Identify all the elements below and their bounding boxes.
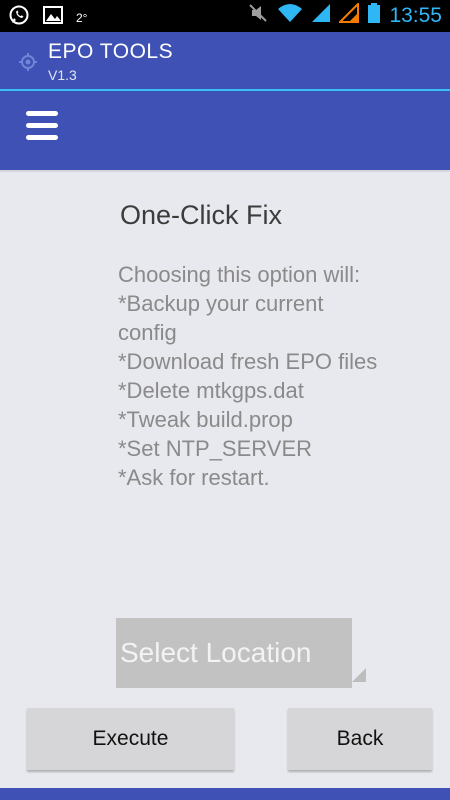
gps-target-icon <box>18 52 38 72</box>
temperature-readout: 2° <box>76 10 88 25</box>
description-line: Choosing this option will: <box>118 262 361 287</box>
battery-icon <box>367 2 381 29</box>
wifi-icon <box>277 2 303 29</box>
description-line: *Ask for restart. <box>118 465 270 490</box>
back-button[interactable]: Back <box>288 708 432 770</box>
signal-icon <box>311 3 331 28</box>
action-bar: EPO TOOLS V1.3 <box>0 32 450 90</box>
description-line: *Download fresh EPO files <box>118 349 378 374</box>
spinner-corner-icon <box>352 668 366 682</box>
status-bar-right: 13:55 <box>247 1 442 29</box>
signal-orange-icon <box>338 1 360 28</box>
description: Choosing this option will: *Backup your … <box>118 260 428 492</box>
description-line: *Set NTP_SERVER <box>118 436 313 461</box>
main-content: One-Click Fix Choosing this option will:… <box>0 170 450 790</box>
description-line: *Tweak build.prop <box>118 407 293 432</box>
status-bar-left: 2° <box>8 4 87 31</box>
bottom-bar <box>0 788 450 800</box>
description-line: *Delete mtkgps.dat <box>118 378 304 403</box>
status-bar: 2° 13:55 <box>0 0 450 32</box>
clock: 13:55 <box>389 3 442 27</box>
execute-button[interactable]: Execute <box>27 708 234 770</box>
app-version: V1.3 <box>48 67 77 83</box>
toolbar <box>0 91 450 170</box>
hamburger-menu-icon[interactable] <box>26 109 58 143</box>
description-line: config <box>118 320 177 345</box>
page-title: One-Click Fix <box>120 200 283 230</box>
gallery-icon <box>42 5 64 30</box>
app-title: EPO TOOLS <box>48 40 174 63</box>
select-location-spinner[interactable]: Select Location <box>116 618 352 688</box>
description-line: *Backup your current <box>118 291 324 316</box>
whatsapp-icon <box>8 4 30 31</box>
mute-icon <box>247 2 269 29</box>
